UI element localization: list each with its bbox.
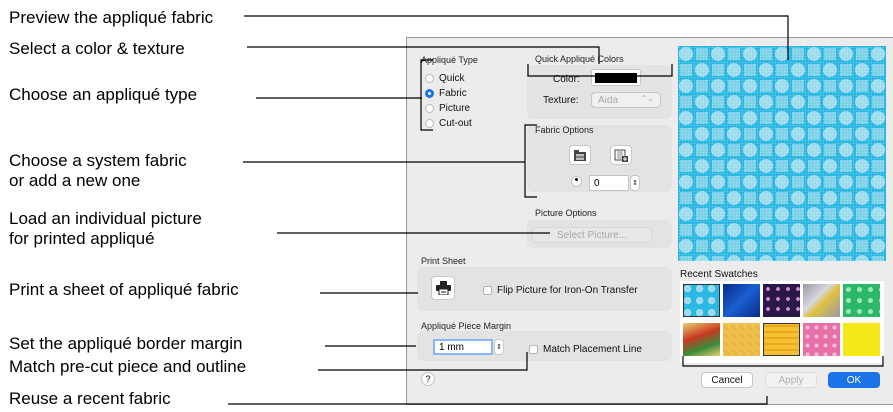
leader-fabric-bracket xyxy=(524,124,537,198)
callout-lines xyxy=(228,15,884,405)
leader-quick-bracket xyxy=(527,64,673,77)
leader-recent-fabric xyxy=(228,396,768,405)
leader-swatch-bracket xyxy=(682,356,884,367)
leader-type-bracket xyxy=(420,59,433,131)
leader-match-outline xyxy=(318,352,528,371)
leader-preview xyxy=(244,15,789,60)
leader-color-texture xyxy=(247,46,600,64)
